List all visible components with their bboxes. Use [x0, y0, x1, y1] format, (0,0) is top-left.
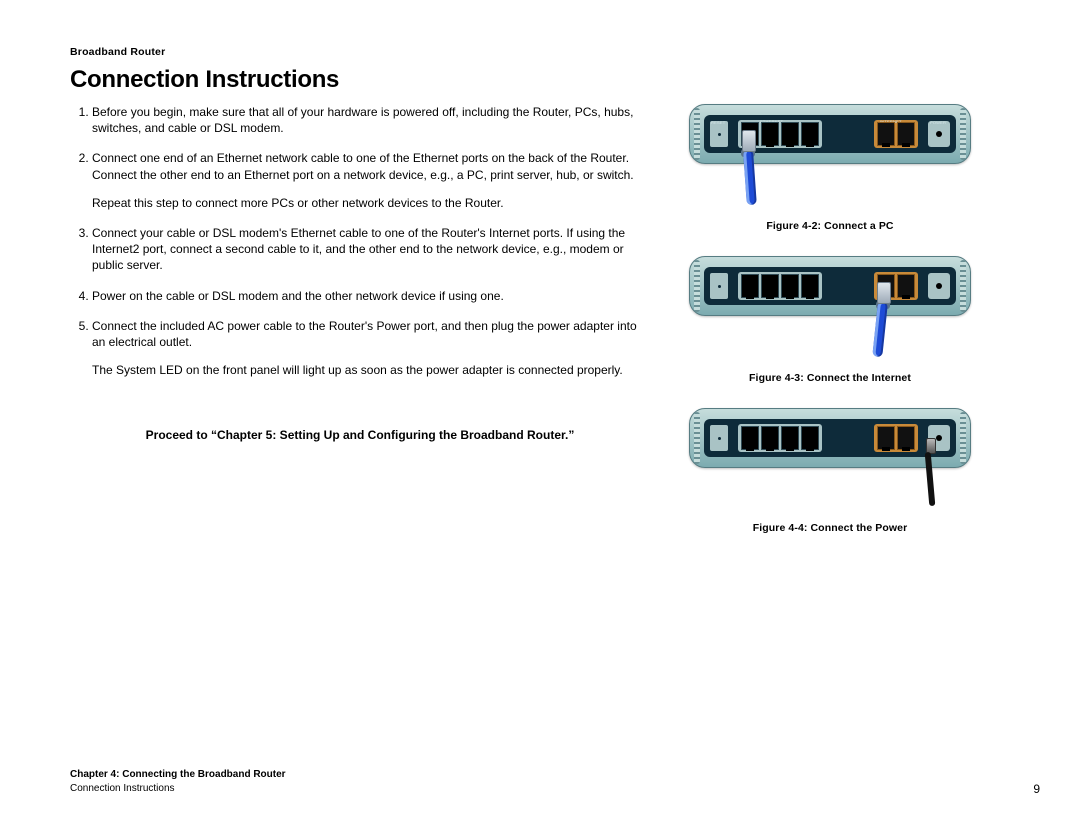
figures-column: RESET ETHERNET INTERNET	[680, 104, 980, 534]
figure-connect-power: Figure 4-4: Connect the Power	[680, 408, 980, 534]
reset-button-icon: RESET	[710, 121, 728, 147]
rj45-plug-icon	[877, 282, 891, 304]
power-label: POWER	[930, 120, 946, 125]
section-title: Connection Instructions	[70, 66, 1048, 94]
step-5: Connect the included AC power cable to t…	[92, 318, 650, 379]
step-1: Before you begin, make sure that all of …	[92, 104, 650, 136]
reset-button-icon	[710, 425, 728, 451]
footer-section: Connection Instructions	[70, 782, 286, 796]
doc-header: Broadband Router	[70, 46, 1048, 58]
internet-ports-icon: INTERNET	[874, 120, 918, 148]
power-port-icon: POWER	[928, 121, 950, 147]
internet-ports-icon	[874, 424, 918, 452]
footer-left: Chapter 4: Connecting the Broadband Rout…	[70, 768, 286, 796]
steps-list: Before you begin, make sure that all of …	[70, 104, 650, 378]
router-illustration	[689, 256, 971, 316]
figure-connect-internet: Figure 4-3: Connect the Internet	[680, 256, 980, 384]
ethernet-ports-icon	[738, 424, 822, 452]
step-4-text: Power on the cable or DSL modem and the …	[92, 289, 504, 303]
router-back-pc: RESET ETHERNET INTERNET	[680, 104, 980, 164]
step-5-text: Connect the included AC power cable to t…	[92, 319, 637, 349]
footer-chapter: Chapter 4: Connecting the Broadband Rout…	[70, 768, 286, 782]
rj45-plug-icon	[742, 130, 756, 152]
figure-caption-pc: Figure 4-2: Connect a PC	[680, 220, 980, 232]
step-3: Connect your cable or DSL modem's Ethern…	[92, 225, 650, 274]
step-5-note: The System LED on the front panel will l…	[92, 362, 650, 378]
step-2-text: Connect one end of an Ethernet network c…	[92, 151, 634, 181]
step-2-repeat: Repeat this step to connect more PCs or …	[92, 195, 650, 211]
power-port-icon	[928, 273, 950, 299]
router-back-internet	[680, 256, 980, 316]
instructions-column: Before you begin, make sure that all of …	[70, 104, 650, 534]
proceed-note: Proceed to “Chapter 5: Setting Up and Co…	[70, 428, 650, 442]
step-1-text: Before you begin, make sure that all of …	[92, 105, 633, 135]
reset-button-icon	[710, 273, 728, 299]
figure-caption-internet: Figure 4-3: Connect the Internet	[680, 372, 980, 384]
step-3-text: Connect your cable or DSL modem's Ethern…	[92, 226, 625, 272]
figure-connect-pc: RESET ETHERNET INTERNET	[680, 104, 980, 232]
page-footer: Chapter 4: Connecting the Broadband Rout…	[70, 768, 1040, 796]
figure-caption-power: Figure 4-4: Connect the Power	[680, 522, 980, 534]
page-number: 9	[1033, 782, 1040, 796]
step-4: Power on the cable or DSL modem and the …	[92, 288, 650, 304]
step-2: Connect one end of an Ethernet network c…	[92, 150, 650, 211]
page-root: Broadband Router Connection Instructions…	[0, 0, 1080, 834]
ethernet-ports-icon	[738, 272, 822, 300]
content-row: Before you begin, make sure that all of …	[70, 104, 1048, 534]
router-illustration: RESET ETHERNET INTERNET	[689, 104, 971, 164]
reset-label: RESET	[711, 120, 725, 125]
router-back-power	[680, 408, 980, 468]
